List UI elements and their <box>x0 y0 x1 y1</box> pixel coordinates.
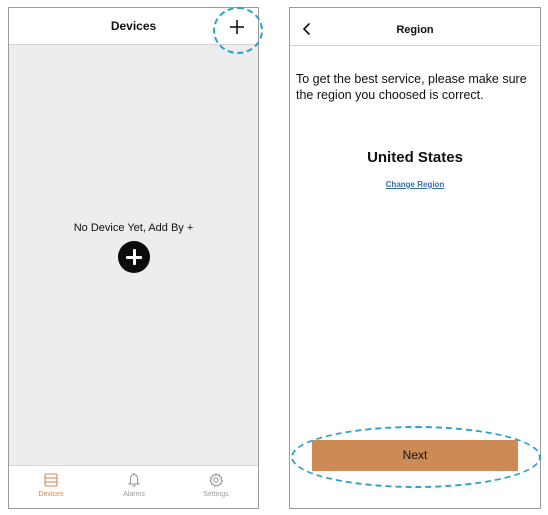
page-title: Region <box>396 24 434 36</box>
add-device-button[interactable] <box>227 17 247 37</box>
add-device-circle-button[interactable] <box>118 241 150 273</box>
region-screen: Region To get the best service, please m… <box>289 7 541 509</box>
change-region-link[interactable]: Change Region <box>290 180 540 189</box>
empty-state-message: No Device Yet, Add By + <box>73 222 194 234</box>
region-header: Region <box>290 8 540 46</box>
bell-icon <box>128 473 140 487</box>
devices-header: Devices <box>9 8 258 45</box>
tab-label: Alarms <box>123 491 145 498</box>
devices-icon <box>44 473 58 487</box>
tab-settings[interactable]: Settings <box>186 466 246 508</box>
tab-label: Settings <box>203 491 229 498</box>
tab-devices[interactable]: Devices <box>21 466 81 508</box>
gear-icon <box>209 473 223 487</box>
plus-icon <box>230 20 244 34</box>
region-instruction: To get the best service, please make sur… <box>296 72 527 102</box>
tab-alarms[interactable]: Alarms <box>104 466 164 508</box>
tab-label: Devices <box>38 491 64 498</box>
bottom-tab-bar: Devices Alarms Settings <box>9 465 258 508</box>
devices-empty-area: No Device Yet, Add By + <box>9 45 258 465</box>
page-title: Devices <box>110 19 157 33</box>
devices-screen: Devices No Device Yet, Add By + Devices <box>8 7 259 509</box>
selected-region: United States <box>367 149 463 166</box>
next-button[interactable]: Next <box>312 440 518 471</box>
